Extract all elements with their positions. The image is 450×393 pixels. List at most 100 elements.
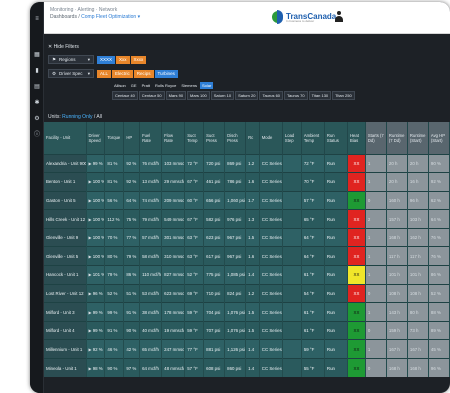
- column-header[interactable]: Driver Speed: [86, 122, 106, 154]
- table-cell: 310 mmscfd: [161, 246, 186, 266]
- breadcrumb-dashboards[interactable]: Dashboards: [50, 14, 77, 20]
- driver-spec-dropdown[interactable]: ⚙ Driver Spec ▾: [48, 69, 94, 78]
- table-cell: 57 °F: [184, 358, 205, 378]
- breadcrumb-current[interactable]: Comp Fleet Optimization: [81, 14, 136, 20]
- user-icon[interactable]: [334, 11, 344, 23]
- table-cell: 63 °F: [184, 227, 205, 247]
- units-running-only[interactable]: Running Only: [62, 114, 92, 120]
- grid-icon[interactable]: ▦: [33, 52, 41, 58]
- table-cell: CC Series: [259, 190, 283, 210]
- table-cell: 103 mmscfd: [161, 153, 186, 173]
- manufacturer-chip[interactable]: Solar: [199, 82, 214, 89]
- table-cell: 67 °F: [184, 209, 205, 229]
- stats-cell: 159 h: [386, 320, 408, 340]
- driver-type-button[interactable]: Electric: [112, 69, 133, 78]
- list-icon[interactable]: ▤: [33, 84, 41, 90]
- manufacturer-chip[interactable]: Pratt: [140, 82, 152, 89]
- model-chip[interactable]: Taurus 70: [284, 91, 308, 100]
- speed-value: 100 %: [92, 235, 105, 241]
- units-all[interactable]: All: [96, 114, 102, 120]
- column-header[interactable]: Load Step: [282, 122, 302, 154]
- table-cell: 1.6: [245, 246, 260, 266]
- stats-cell: 20 h: [407, 153, 429, 173]
- table-row[interactable]: Alexandria - Unit 900 ▶ 99 % 81 % 92 % 76 mc…: [44, 153, 450, 173]
- gear-icon[interactable]: ✱: [33, 100, 41, 106]
- column-header[interactable]: Ambient Temp: [301, 122, 325, 154]
- driver-type-button[interactable]: Turbines: [154, 69, 178, 78]
- table-cell: ▶ 100 %: [86, 246, 106, 266]
- table-row[interactable]: Glenville - Unit 9 ▶ 100 % 70 % 77 % 57 mcf/…: [44, 227, 450, 247]
- table-row[interactable]: Millennium - Unit 1 ▶ 92 % 46 % 42 % 65 mcf/…: [44, 339, 450, 359]
- column-header[interactable]: Runtime (7 Dd): [386, 122, 408, 154]
- column-header[interactable]: Avg HP (Start): [428, 122, 450, 154]
- info-icon[interactable]: ⓘ: [33, 132, 41, 138]
- model-chip[interactable]: Saturn 10: [210, 91, 235, 100]
- column-header[interactable]: Disch Press: [224, 122, 247, 154]
- unit-table-container[interactable]: Facility - Unit Driver Speed Torque HP Fuel …: [44, 122, 450, 393]
- driver-type-button[interactable]: Recips: [133, 69, 154, 78]
- column-header[interactable]: Rc: [245, 122, 260, 154]
- model-chip[interactable]: Centaur 50: [138, 91, 165, 100]
- table-row[interactable]: Milford - Unit 4 ▶ 99 % 91 % 90 % 40 mcf/h 19…: [44, 320, 450, 340]
- model-chip[interactable]: Mars 100: [187, 91, 210, 100]
- column-header[interactable]: Fuel Rate: [139, 122, 163, 154]
- table-cell: CC Series: [259, 265, 283, 285]
- column-header[interactable]: Flow Rate: [161, 122, 186, 154]
- chart-icon[interactable]: ▮: [33, 68, 41, 74]
- table-cell: [282, 246, 302, 266]
- table-row[interactable]: Hills Creek - Unit 12 ▶ 100 % 112 % 75 % 79 …: [44, 209, 450, 229]
- column-header[interactable]: Suct Temp: [184, 122, 205, 154]
- manufacturer-chip[interactable]: GE: [129, 82, 139, 89]
- column-header[interactable]: Torque: [104, 122, 125, 154]
- table-cell: 65 °F: [301, 209, 325, 229]
- facility-cell: Glenville - Unit 9: [44, 227, 87, 247]
- table-cell: 48 mmscfd: [161, 358, 186, 378]
- region-button[interactable]: XXXX: [97, 55, 116, 64]
- column-header[interactable]: Starts (7 Dd): [365, 122, 387, 154]
- manufacturer-chip[interactable]: Siemens: [179, 82, 199, 89]
- table-row[interactable]: Hancock - Unit 1 ▶ 101 % 79 % 86 % 110 mcf/h…: [44, 265, 450, 285]
- table-row[interactable]: Milford - Unit 3 ▶ 99 % 99 % 91 % 38 mcf/h 17…: [44, 302, 450, 322]
- model-chip[interactable]: Mars 90: [165, 91, 187, 100]
- menu-icon[interactable]: ≡: [33, 16, 41, 22]
- column-header[interactable]: Runtime (Start): [407, 122, 429, 154]
- table-cell: 60 °F: [184, 190, 205, 210]
- table-cell: 81 %: [104, 172, 125, 192]
- hide-filters-toggle[interactable]: ✕ Hide Filters: [48, 44, 79, 50]
- heat-bias-cell: XX: [347, 283, 366, 303]
- column-header[interactable]: Mode: [259, 122, 283, 154]
- model-chip[interactable]: Titan 250: [332, 91, 355, 100]
- table-cell: 64 °F: [301, 227, 325, 247]
- column-header[interactable]: Facility - Unit: [44, 122, 87, 154]
- model-chip[interactable]: Centaur 40: [112, 91, 138, 100]
- model-chip[interactable]: Taurus 60: [259, 91, 284, 100]
- table-row[interactable]: Lost River - Unit 12 ▶ 96 % 52 % 51 % 53 mcf…: [44, 283, 450, 303]
- manufacturer-chip[interactable]: Allison: [112, 82, 128, 89]
- region-button[interactable]: Xxx: [116, 55, 130, 64]
- table-row[interactable]: Benton - Unit 1 ▶ 100 % 81 % 92 % 13 mcf/h 29…: [44, 172, 450, 192]
- regions-dropdown[interactable]: ⚑ Regions ▾: [48, 55, 94, 64]
- table-cell: 69 °F: [184, 283, 205, 303]
- column-header[interactable]: Heat Bias: [347, 122, 366, 154]
- table-cell: 1,085 psi: [224, 265, 247, 285]
- chevron-down-icon[interactable]: ▾: [138, 14, 141, 20]
- column-header[interactable]: Suct Press: [203, 122, 226, 154]
- table-row[interactable]: Mineola - Unit 1 ▶ 98 % 90 % 97 % 64 mcf/h 48…: [44, 358, 450, 378]
- column-header[interactable]: HP: [123, 122, 141, 154]
- table-row[interactable]: Gaston - Unit 5 ▶ 100 % 56 % 64 % 74 mcf/h 20…: [44, 190, 450, 210]
- table-cell: 1.5: [245, 302, 260, 322]
- column-header[interactable]: Run Status: [324, 122, 349, 154]
- table-cell: 656 psi: [203, 190, 226, 210]
- table-cell: [282, 227, 302, 247]
- heat-bias-cell: XX: [347, 339, 366, 359]
- model-chip[interactable]: Saturn 20: [235, 91, 259, 100]
- driver-type-button[interactable]: ALL: [97, 69, 112, 78]
- facility-cell: Millennium - Unit 1: [44, 339, 87, 359]
- region-button[interactable]: Xxxx: [130, 55, 147, 64]
- table-cell: 80 %: [104, 246, 125, 266]
- model-chip[interactable]: Titan 130: [308, 91, 332, 100]
- settings-icon[interactable]: ⚙: [33, 116, 41, 122]
- speed-value: 99 %: [92, 309, 103, 315]
- manufacturer-chip[interactable]: Rolls Royce: [153, 82, 178, 89]
- table-row[interactable]: Glenville - Unit 5 ▶ 100 % 80 % 79 % 58 mcf/…: [44, 246, 450, 266]
